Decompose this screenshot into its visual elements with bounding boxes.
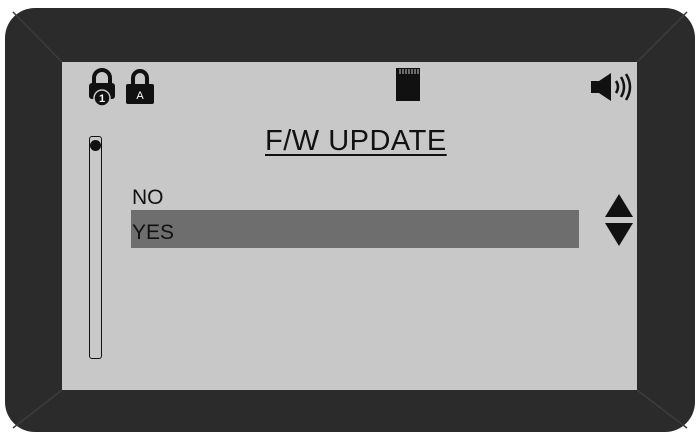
up-down-arrows-icon[interactable] [604,193,634,247]
arrow-up-icon[interactable] [605,194,633,217]
speaker-volume-icon [591,73,632,101]
lock-1-label: 1 [99,93,105,105]
scrollbar-track[interactable] [89,136,102,359]
menu-option-yes[interactable]: YES [132,221,174,245]
lock-a-icon: A [126,69,154,104]
lock-1-icon: 1 [89,68,115,107]
selection-highlight[interactable] [131,210,579,248]
arrow-down-icon[interactable] [605,223,633,246]
lock-a-label: A [136,90,144,102]
screen-title: F/W UPDATE [265,125,447,157]
sd-card-icon [396,68,420,101]
scrollbar-thumb[interactable] [90,140,101,151]
menu-option-no[interactable]: NO [132,186,164,210]
